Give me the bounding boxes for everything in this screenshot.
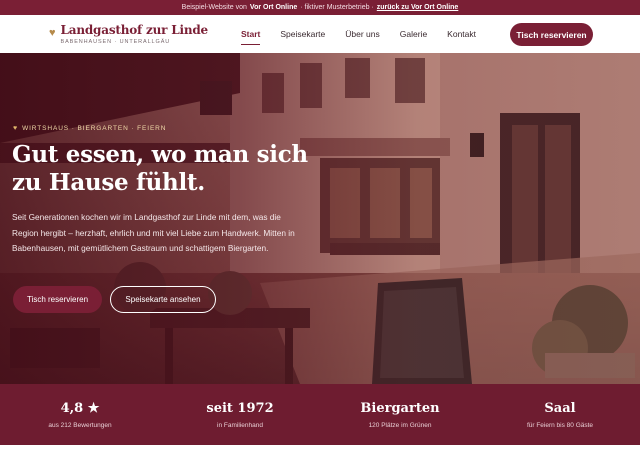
hero-lead-text: Seit Generationen kochen wir im Landgast…: [12, 212, 295, 254]
nav-ueber-uns[interactable]: Über uns: [345, 27, 380, 41]
heart-icon: ♥: [13, 125, 19, 132]
site-header: ♥ Landgasthof zur Linde BABENHAUSEN · UN…: [0, 15, 640, 53]
nav-start[interactable]: Start: [241, 27, 261, 45]
reserve-table-button[interactable]: Tisch reservieren: [13, 286, 102, 313]
stat-value: Biergarten: [360, 400, 440, 416]
stat-rating: 4,8 ★ aus 212 Bewertungen: [0, 384, 160, 445]
nav-kontakt[interactable]: Kontakt: [447, 27, 476, 41]
eyebrow-text: WIRTSHAUS · BIERGARTEN · FEIERN: [22, 125, 167, 132]
page-bottom-edge: [0, 445, 640, 450]
back-to-vor-ort-link[interactable]: zurück zu Vor Ort Online: [377, 4, 459, 11]
reserve-table-button-header[interactable]: Tisch reservieren: [510, 23, 593, 46]
nav-speisekarte[interactable]: Speisekarte: [280, 27, 325, 41]
notice-middle: · fiktiver Musterbetrieb ·: [300, 4, 374, 11]
notice-brand: Vor Ort Online: [249, 4, 298, 11]
main-nav: Start Speisekarte Über uns Galerie Konta…: [241, 27, 496, 45]
stat-hall: Saal für Feiern bis 80 Gäste: [480, 384, 640, 445]
notice-prefix: Beispiel-Website von: [181, 4, 247, 11]
stat-label: 120 Plätze im Grünen: [368, 421, 432, 429]
stats-bar: 4,8 ★ aus 212 Bewertungen seit 1972 in F…: [0, 384, 640, 445]
view-menu-button[interactable]: Speisekarte ansehen: [110, 286, 216, 313]
stat-label: für Feiern bis 80 Gäste: [526, 421, 594, 429]
stat-value: Saal: [544, 400, 576, 416]
stat-label: in Familienhand: [217, 421, 263, 429]
nav-galerie[interactable]: Galerie: [400, 27, 427, 41]
stat-value: seit 1972: [206, 400, 274, 416]
hero-eyebrow: ♥ WIRTSHAUS · BIERGARTEN · FEIERN: [13, 125, 166, 132]
hero-section: ♥ WIRTSHAUS · BIERGARTEN · FEIERN Gut es…: [0, 53, 640, 384]
stat-label: aus 212 Bewertungen: [48, 421, 112, 429]
demo-notice-bar: Beispiel-Website von Vor Ort Online · fi…: [0, 0, 640, 15]
stat-value: 4,8 ★: [60, 400, 100, 416]
stat-beergarden: Biergarten 120 Plätze im Grünen: [320, 384, 480, 445]
hero-headline: Gut essen, wo man sich zu Hause fühlt.: [12, 141, 308, 196]
heart-icon: ♥: [49, 27, 56, 39]
brand-logo[interactable]: ♥ Landgasthof zur Linde BABENHAUSEN · UN…: [49, 23, 208, 47]
brand-name: Landgasthof zur Linde: [60, 23, 209, 37]
stat-since: seit 1972 in Familienhand: [160, 384, 320, 445]
brand-subtitle: BABENHAUSEN · UNTERALLGÄU: [60, 39, 171, 45]
